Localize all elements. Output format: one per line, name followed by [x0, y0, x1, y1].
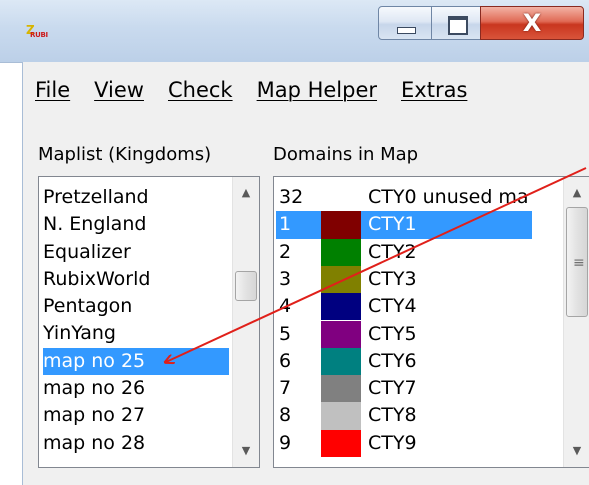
- domain-number: 9: [279, 431, 292, 454]
- maplist-item[interactable]: RubixWorld: [43, 266, 229, 293]
- domain-color-swatch: [321, 238, 361, 266]
- app-icon: Z RUBI: [26, 24, 48, 40]
- menu-map-helper[interactable]: Map Helper: [245, 74, 389, 106]
- title-bar[interactable]: Z RUBI X: [0, 0, 589, 63]
- domain-number: 8: [279, 404, 292, 427]
- domain-color-swatch: [321, 320, 361, 348]
- scroll-up-arrow-icon[interactable]: ▲: [564, 181, 589, 205]
- domains-scrollbar[interactable]: ▲ ≡ ▼: [563, 177, 589, 467]
- maplist-item[interactable]: Pretzelland: [43, 184, 229, 211]
- maplist-label: Maplist (Kingdoms): [38, 144, 212, 165]
- domain-number: 2: [279, 240, 292, 263]
- domain-number: 6: [279, 349, 292, 372]
- domain-name: CTY8: [368, 404, 417, 427]
- domain-color-swatch: [321, 402, 361, 430]
- domain-name: CTY2: [368, 240, 417, 263]
- domain-row[interactable]: 3 CTY3: [276, 265, 532, 294]
- scroll-up-arrow-icon[interactable]: ▲: [233, 181, 259, 205]
- domain-color-swatch: [321, 293, 361, 321]
- maximize-button[interactable]: [431, 6, 481, 40]
- menu-file[interactable]: File: [23, 74, 82, 106]
- scroll-down-arrow-icon[interactable]: ▼: [564, 439, 589, 463]
- menu-view[interactable]: View: [82, 74, 156, 106]
- menu-check[interactable]: Check: [156, 74, 245, 106]
- menu-bar: File View Check Map Helper Extras: [23, 74, 479, 106]
- domain-row[interactable]: 4 CTY4: [276, 293, 532, 321]
- scroll-down-arrow-icon[interactable]: ▼: [233, 439, 259, 463]
- maplist-item[interactable]: Equalizer: [43, 239, 229, 266]
- domain-row[interactable]: 9 CTY9: [276, 429, 532, 457]
- close-button[interactable]: X: [480, 6, 584, 40]
- domain-number: 4: [279, 295, 292, 318]
- domain-name: CTY0 unused ma: [368, 186, 529, 208]
- domain-name: CTY7: [368, 377, 417, 400]
- domain-number: 1: [279, 213, 292, 236]
- menu-extras[interactable]: Extras: [389, 74, 479, 106]
- domain-row[interactable]: 32 CTY0 unused ma: [276, 184, 532, 211]
- app-icon-wordmark: RUBI: [30, 31, 48, 39]
- domain-row[interactable]: 8 CTY8: [276, 402, 532, 430]
- minimize-icon: [397, 27, 416, 34]
- maximize-icon: [448, 16, 468, 35]
- app-window: Z RUBI X File View Check Map Helper Extras M…: [0, 0, 589, 485]
- maplist-scroll-thumb[interactable]: [235, 271, 257, 301]
- domain-color-swatch: [321, 265, 361, 294]
- domain-name: CTY1: [368, 213, 417, 236]
- domain-color-swatch: [321, 211, 361, 239]
- domain-color-swatch: [321, 375, 361, 403]
- client-area: File View Check Map Helper Extras Maplist (K…: [22, 62, 589, 485]
- domain-color-swatch: [321, 347, 361, 376]
- domain-color-swatch: [321, 429, 361, 457]
- close-icon: X: [522, 9, 542, 37]
- maplist-item[interactable]: map no 26: [43, 375, 229, 402]
- maplist-rows: Pretzelland N. England Equalizer RubixWorld…: [43, 184, 229, 457]
- domains-scroll-thumb[interactable]: ≡: [566, 207, 588, 317]
- maplist-item[interactable]: map no 25: [43, 347, 229, 376]
- domain-name: CTY4: [368, 295, 417, 318]
- domain-number: 7: [279, 377, 292, 400]
- maplist-listbox[interactable]: Pretzelland N. England Equalizer RubixWorld…: [38, 176, 260, 468]
- maplist-item[interactable]: Pentagon: [43, 293, 229, 320]
- maplist-item[interactable]: YinYang: [43, 320, 229, 347]
- domain-name: CTY6: [368, 349, 417, 372]
- domain-row[interactable]: 5 CTY5: [276, 320, 532, 348]
- domains-label: Domains in Map: [273, 144, 419, 165]
- domain-row[interactable]: 6 CTY6: [276, 347, 532, 376]
- domain-number: 3: [279, 267, 292, 290]
- domain-row[interactable]: 1 CTY1: [276, 211, 532, 239]
- domain-number: 5: [279, 322, 292, 345]
- domain-row[interactable]: 2 CTY2: [276, 238, 532, 266]
- maplist-item[interactable]: map no 28: [43, 430, 229, 457]
- maplist-item[interactable]: map no 27: [43, 402, 229, 429]
- domain-name: CTY9: [368, 431, 417, 454]
- domain-name: CTY3: [368, 267, 417, 290]
- maplist-item[interactable]: N. England: [43, 211, 229, 238]
- domain-name: CTY5: [368, 322, 417, 345]
- grip-icon: ≡: [573, 255, 585, 271]
- domains-listbox[interactable]: 32 CTY0 unused ma 1 CTY1 2 CTY2 3 CTY3 4 CTY4 5 CTY…: [273, 176, 589, 468]
- minimize-button[interactable]: [378, 6, 432, 40]
- domain-row[interactable]: 7 CTY7: [276, 375, 532, 403]
- domain-number: 32: [279, 186, 304, 208]
- maplist-scrollbar[interactable]: ▲ ▼: [232, 177, 259, 467]
